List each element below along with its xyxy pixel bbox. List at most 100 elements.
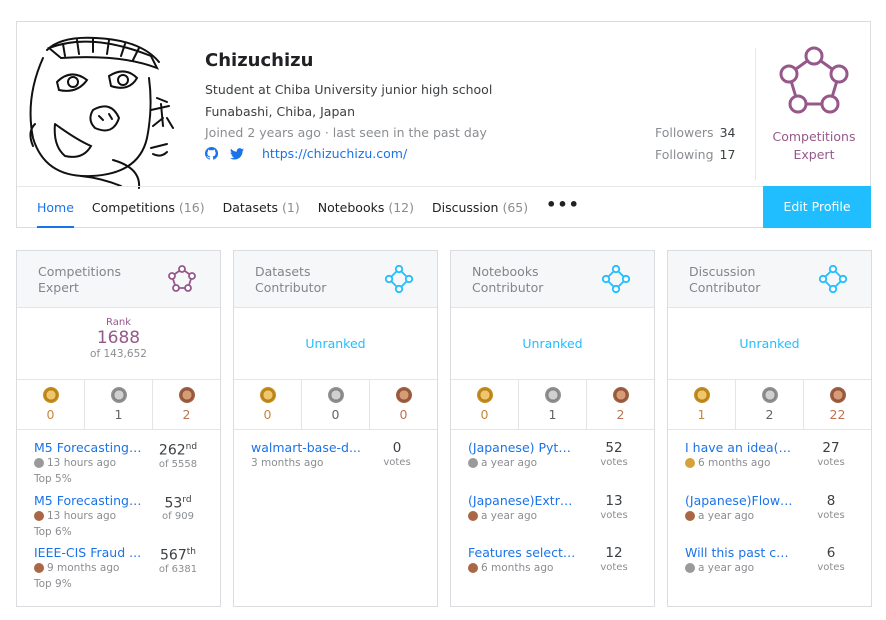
list-item: Features selecti... 6 months ago 12 votes: [451, 545, 654, 598]
card-header: Competitions Expert: [17, 251, 220, 308]
gold-medal-count: 0: [451, 380, 518, 429]
profile-location: Funabashi, Chiba, Japan: [205, 104, 355, 119]
item-title-link[interactable]: Features selecti...: [468, 545, 578, 560]
rank-section: Unranked: [234, 308, 437, 380]
profile-header: Chizuchizu Student at Chiba University j…: [16, 21, 871, 228]
github-icon[interactable]: [205, 147, 218, 160]
item-meta: 13 hours ago: [34, 457, 116, 469]
expert-tier-icon: [779, 46, 849, 114]
item-meta: 3 months ago: [251, 457, 323, 469]
item-votes: 27 votes: [817, 440, 845, 468]
item-top-percent: Top 9%: [34, 578, 72, 590]
item-time: a year ago: [481, 457, 538, 469]
achievement-card: Datasets Contributor Unranked 0 0 0 walmart-…: [233, 250, 438, 607]
bronze-medal-icon: [468, 563, 478, 573]
item-votes: 13 votes: [600, 492, 628, 521]
item-time: 6 months ago: [698, 457, 771, 469]
bronze-medal-icon: [685, 510, 695, 521]
profile-name: Chizuchizu: [205, 50, 314, 71]
item-title-link[interactable]: IEEE-CIS Fraud ...: [34, 545, 144, 560]
contributor-tier-icon: [385, 265, 413, 293]
silver-medal-icon: [685, 563, 695, 573]
twitter-icon[interactable]: [230, 147, 244, 160]
unranked-label: Unranked: [522, 336, 583, 351]
item-title-link[interactable]: (Japanese)Flow ...: [685, 493, 795, 508]
tab-notebooks[interactable]: Notebooks (12): [318, 187, 414, 229]
item-time: 6 months ago: [481, 562, 554, 574]
tab-home[interactable]: Home: [37, 187, 74, 229]
avatar[interactable]: [21, 28, 181, 190]
card-title: Datasets Contributor: [255, 264, 327, 295]
tab-competitions[interactable]: Competitions (16): [92, 187, 205, 229]
bronze-medal-icon: [395, 387, 412, 403]
item-title-link[interactable]: I have an idea(2...: [685, 440, 795, 455]
item-title-link[interactable]: (Japanese) Pyth...: [468, 440, 578, 455]
bronze-medal-count: 22: [803, 380, 871, 429]
gold-medal-count: 0: [234, 380, 301, 429]
rank-section: Unranked: [668, 308, 871, 380]
item-top-percent: Top 5%: [34, 473, 72, 485]
following-stat[interactable]: Following 17: [655, 147, 735, 162]
item-title-link[interactable]: walmart-base-d...: [251, 440, 361, 455]
item-meta: 6 months ago: [468, 562, 553, 574]
silver-medal-count: 1: [84, 380, 152, 429]
silver-medal-count: 0: [301, 380, 369, 429]
item-meta: a year ago: [685, 562, 754, 574]
card-title: Competitions Expert: [38, 264, 122, 295]
card-header: Discussion Contributor: [668, 251, 871, 308]
silver-medal-icon: [468, 458, 478, 468]
bronze-medal-icon: [612, 387, 629, 403]
achievement-card: Competitions Expert Rank 1688 of 143,652 0 1…: [16, 250, 221, 607]
tier-badge: Competitions Expert: [757, 44, 871, 164]
item-rank: 262nd of 5558: [158, 442, 198, 470]
rank-total: of 143,652: [90, 348, 147, 360]
item-title-link[interactable]: (Japanese)Extra...: [468, 493, 578, 508]
list-item: walmart-base-d... 3 months ago 0 votes: [234, 440, 437, 493]
item-meta: a year ago: [468, 457, 537, 469]
bronze-medal-icon: [829, 387, 846, 403]
card-title: Discussion Contributor: [689, 264, 761, 295]
item-title-link[interactable]: M5 Forecasting ...: [34, 493, 144, 508]
rank-label: Rank: [106, 317, 131, 328]
rank-section: Rank 1688 of 143,652: [17, 308, 220, 380]
website-link[interactable]: https://chizuchizu.com/: [262, 146, 407, 161]
list-item: Will this past co... a year ago 6 votes: [668, 545, 871, 598]
tab-datasets[interactable]: Datasets (1): [223, 187, 300, 229]
unranked-label: Unranked: [739, 336, 800, 351]
item-time: a year ago: [698, 562, 755, 574]
medal-counts: 012: [451, 380, 654, 430]
item-title-link[interactable]: M5 Forecasting ...: [34, 440, 144, 455]
item-list: I have an idea(2... 6 months ago 27 votes (J…: [668, 430, 871, 598]
card-header: Datasets Contributor: [234, 251, 437, 308]
silver-medal-count: 2: [735, 380, 803, 429]
item-time: 3 months ago: [251, 457, 324, 469]
item-list: walmart-base-d... 3 months ago 0 votes: [234, 430, 437, 493]
item-meta: 13 hours ago: [34, 510, 116, 522]
item-list: (Japanese) Pyth... a year ago 52 votes (Japa…: [451, 430, 654, 598]
card-title: Notebooks Contributor: [472, 264, 544, 295]
achievement-card: Discussion Contributor Unranked 1 2 22 I hav…: [667, 250, 872, 607]
item-title-link[interactable]: Will this past co...: [685, 545, 795, 560]
gold-medal-icon: [476, 387, 493, 403]
tab-discussion[interactable]: Discussion (65): [432, 187, 528, 229]
rank-value: 1688: [96, 328, 141, 348]
edit-profile-button[interactable]: Edit Profile: [763, 186, 871, 228]
list-item: M5 Forecasting ... 13 hours ago Top 6% 53rd…: [17, 493, 220, 546]
silver-medal-icon: [761, 387, 778, 403]
more-options-icon[interactable]: •••: [546, 195, 580, 214]
list-item: IEEE-CIS Fraud ... 9 months ago Top 9% 567t…: [17, 545, 220, 598]
item-votes: 6 votes: [817, 545, 845, 573]
item-time: 13 hours ago: [47, 509, 117, 522]
item-votes: 52 votes: [600, 440, 628, 468]
gold-medal-icon: [42, 387, 59, 403]
list-item: M5 Forecasting ... 13 hours ago Top 5% 262n…: [17, 440, 220, 493]
item-meta: 6 months ago: [685, 457, 770, 469]
item-votes: 12 votes: [600, 545, 628, 573]
unranked-label: Unranked: [305, 336, 366, 351]
followers-stat[interactable]: Followers 34: [655, 125, 735, 140]
silver-medal-icon: [110, 387, 127, 403]
silver-medal-icon: [34, 458, 44, 468]
bronze-medal-icon: [34, 563, 44, 573]
gold-medal-count: 0: [17, 380, 84, 429]
item-rank: 567th of 6381: [158, 547, 198, 575]
